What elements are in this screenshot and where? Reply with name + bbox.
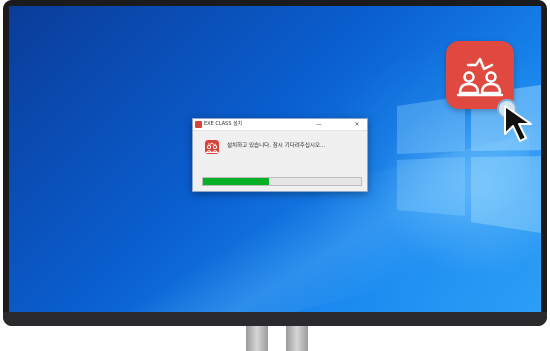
dialog-title: EXE CLASS 설치 xyxy=(204,121,243,127)
install-progress-fill xyxy=(203,178,270,185)
monitor-stand-left xyxy=(246,326,268,351)
desktop-screen: EXE CLASS 설치 — ✕ 설치하고 있습니다. 잠시 기다려주십시오..… xyxy=(9,6,541,312)
app-title-icon xyxy=(195,121,202,128)
install-progress-bar xyxy=(202,177,362,186)
minimize-button[interactable]: — xyxy=(311,119,327,130)
classroom-people-icon xyxy=(205,140,219,154)
mouse-pointer-icon xyxy=(504,105,532,142)
installer-dialog: EXE CLASS 설치 — ✕ 설치하고 있습니다. 잠시 기다려주십시오..… xyxy=(192,118,368,192)
install-message: 설치하고 있습니다. 잠시 기다려주십시오... xyxy=(227,143,326,149)
monitor-stand-right xyxy=(286,326,308,351)
monitor-bottom-bezel xyxy=(3,312,547,326)
close-button[interactable]: ✕ xyxy=(349,119,365,130)
monitor: EXE CLASS 설치 — ✕ 설치하고 있습니다. 잠시 기다려주십시오..… xyxy=(3,0,547,326)
dialog-titlebar[interactable]: EXE CLASS 설치 — ✕ xyxy=(193,119,367,131)
